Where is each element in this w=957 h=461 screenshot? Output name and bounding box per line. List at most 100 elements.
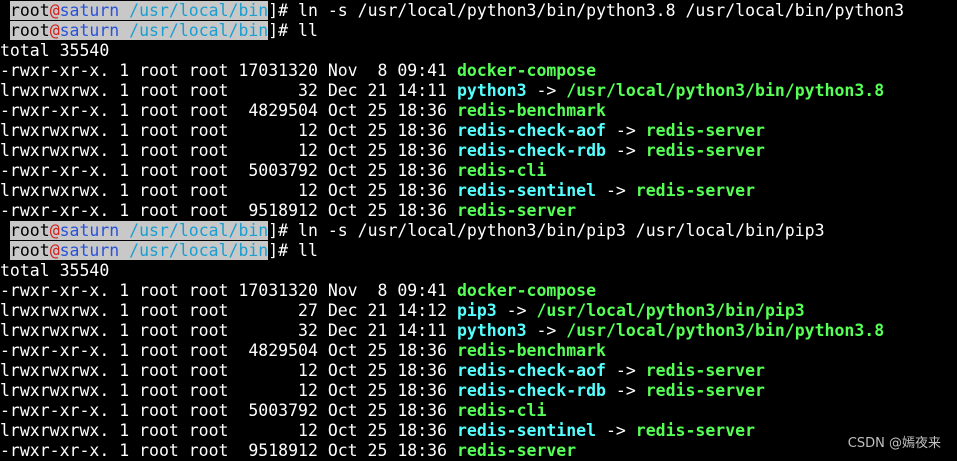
file-entry-row: lrwxrwxrwx. 1 root root 12 Oct 25 18:36 … [0, 361, 957, 381]
file-meta: -rwxr-xr-x. 1 root root 4829504 Oct 25 1… [0, 101, 457, 120]
symlink-target: redis-server [645, 381, 765, 400]
prompt-user: root [9, 241, 50, 260]
prompt: root@saturn /usr/local/bin [9, 221, 269, 240]
file-entry-row: lrwxrwxrwx. 1 root root 12 Oct 25 18:36 … [0, 421, 957, 441]
prompt-at: @ [49, 221, 60, 240]
file-entry-row: lrwxrwxrwx. 1 root root 32 Dec 21 14:11 … [0, 321, 957, 341]
file-meta: lrwxrwxrwx. 1 root root 12 Oct 25 18:36 [0, 181, 457, 200]
file-meta: lrwxrwxrwx. 1 root root 32 Dec 21 14:11 [0, 81, 457, 100]
command-text: ]# ln -s /usr/local/python3/bin/pip3 /us… [268, 221, 825, 240]
symlink-arrow: -> [496, 301, 537, 320]
file-name: docker-compose [456, 281, 597, 300]
watermark: CSDN @嫣夜来 [847, 436, 941, 451]
symlink-target: redis-server [635, 181, 756, 200]
prompt-at: @ [49, 21, 60, 40]
symlink-arrow: -> [605, 381, 646, 400]
prompt: root@saturn /usr/local/bin [9, 1, 269, 20]
file-meta: -rwxr-xr-x. 1 root root 5003792 Oct 25 1… [0, 161, 457, 180]
prompt-path: /usr/local/bin [119, 21, 269, 40]
file-meta: -rwxr-xr-x. 1 root root 5003792 Oct 25 1… [0, 401, 457, 420]
prompt-path: /usr/local/bin [119, 221, 269, 240]
terminal-output[interactable]: root@saturn /usr/local/bin]# ln -s /usr/… [0, 1, 957, 461]
symlink-target: redis-server [635, 421, 756, 440]
file-name: redis-sentinel [456, 181, 597, 200]
file-meta: lrwxrwxrwx. 1 root root 12 Oct 25 18:36 [0, 361, 457, 380]
file-entry-row: -rwxr-xr-x. 1 root root 17031320 Nov 8 0… [0, 281, 957, 301]
file-name: redis-check-aof [456, 361, 606, 380]
symlink-arrow: -> [605, 141, 646, 160]
file-meta: lrwxrwxrwx. 1 root root 27 Dec 21 14:12 [0, 301, 457, 320]
symlink-target: /usr/local/python3/bin/pip3 [536, 301, 805, 320]
file-entry-row: lrwxrwxrwx. 1 root root 27 Dec 21 14:12 … [0, 301, 957, 321]
symlink-arrow: -> [605, 361, 646, 380]
file-entry-row: -rwxr-xr-x. 1 root root 17031320 Nov 8 0… [0, 61, 957, 81]
prompt-user: root [9, 1, 50, 20]
file-name: redis-sentinel [456, 421, 597, 440]
file-entry-row: lrwxrwxrwx. 1 root root 12 Oct 25 18:36 … [0, 121, 957, 141]
symlink-target: redis-server [645, 121, 765, 140]
file-name: redis-benchmark [456, 341, 606, 360]
symlink-target: redis-server [645, 141, 765, 160]
file-entry-row: -rwxr-xr-x. 1 root root 5003792 Oct 25 1… [0, 161, 957, 181]
symlink-target: /usr/local/python3/bin/python3.8 [566, 321, 885, 340]
file-meta: lrwxrwxrwx. 1 root root 12 Oct 25 18:36 [0, 141, 457, 160]
file-meta: -rwxr-xr-x. 1 root root 4829504 Oct 25 1… [0, 341, 457, 360]
output-text: total 35540 [0, 41, 110, 60]
file-name: python3 [456, 321, 527, 340]
prompt-host: saturn [59, 221, 120, 240]
file-name: redis-server [456, 441, 577, 460]
file-name: redis-check-aof [456, 121, 606, 140]
prompt-user: root [9, 221, 50, 240]
prompt-host: saturn [59, 21, 120, 40]
file-entry-row: -rwxr-xr-x. 1 root root 5003792 Oct 25 1… [0, 401, 957, 421]
file-name: redis-cli [456, 401, 547, 420]
symlink-target: /usr/local/python3/bin/python3.8 [566, 81, 885, 100]
symlink-arrow: -> [605, 121, 646, 140]
file-entry-row: lrwxrwxrwx. 1 root root 12 Oct 25 18:36 … [0, 181, 957, 201]
output-line: total 35540 [0, 261, 957, 281]
prompt-host: saturn [59, 241, 120, 260]
symlink-arrow: -> [596, 421, 636, 440]
file-meta: -rwxr-xr-x. 1 root root 17031320 Nov 8 0… [0, 61, 457, 80]
file-entry-row: -rwxr-xr-x. 1 root root 4829504 Oct 25 1… [0, 341, 957, 361]
symlink-arrow: -> [526, 321, 567, 340]
file-entry-row: -rwxr-xr-x. 1 root root 4829504 Oct 25 1… [0, 101, 957, 121]
command-text: ]# ll [268, 241, 318, 260]
file-meta: -rwxr-xr-x. 1 root root 17031320 Nov 8 0… [0, 281, 457, 300]
prompt-path: /usr/local/bin [119, 1, 269, 20]
symlink-arrow: -> [596, 181, 636, 200]
file-name: redis-server [456, 201, 577, 220]
file-entry-row: lrwxrwxrwx. 1 root root 32 Dec 21 14:11 … [0, 81, 957, 101]
prompt-line: root@saturn /usr/local/bin]# ln -s /usr/… [0, 1, 957, 21]
file-entry-row: -rwxr-xr-x. 1 root root 9518912 Oct 25 1… [0, 201, 957, 221]
symlink-target: redis-server [645, 361, 765, 380]
prompt-line: root@saturn /usr/local/bin]# ln -s /usr/… [0, 221, 957, 241]
prompt: root@saturn /usr/local/bin [9, 241, 269, 260]
prompt-path: /usr/local/bin [119, 241, 269, 260]
prompt-line: root@saturn /usr/local/bin]# ll [0, 241, 957, 261]
file-name: redis-benchmark [456, 101, 606, 120]
command-text: ]# ln -s /usr/local/python3/bin/python3.… [268, 1, 905, 20]
symlink-arrow: -> [526, 81, 567, 100]
output-line: total 35540 [0, 41, 957, 61]
prompt: root@saturn /usr/local/bin [9, 21, 269, 40]
file-meta: lrwxrwxrwx. 1 root root 12 Oct 25 18:36 [0, 421, 457, 440]
file-entry-row: lrwxrwxrwx. 1 root root 12 Oct 25 18:36 … [0, 381, 957, 401]
prompt-line: root@saturn /usr/local/bin]# ll [0, 21, 957, 41]
file-name: pip3 [456, 301, 497, 320]
file-name: python3 [456, 81, 527, 100]
prompt-host: saturn [59, 1, 120, 20]
file-name: redis-cli [456, 161, 547, 180]
file-meta: -rwxr-xr-x. 1 root root 9518912 Oct 25 1… [0, 201, 457, 220]
file-name: redis-check-rdb [456, 381, 606, 400]
file-meta: lrwxrwxrwx. 1 root root 12 Oct 25 18:36 [0, 381, 457, 400]
file-entry-row: -rwxr-xr-x. 1 root root 9518912 Oct 25 1… [0, 441, 957, 461]
prompt-at: @ [49, 1, 60, 20]
file-meta: lrwxrwxrwx. 1 root root 12 Oct 25 18:36 [0, 121, 457, 140]
file-name: docker-compose [456, 61, 597, 80]
prompt-user: root [9, 21, 50, 40]
file-entry-row: lrwxrwxrwx. 1 root root 12 Oct 25 18:36 … [0, 141, 957, 161]
file-meta: lrwxrwxrwx. 1 root root 32 Dec 21 14:11 [0, 321, 457, 340]
prompt-at: @ [49, 241, 60, 260]
file-name: redis-check-rdb [456, 141, 606, 160]
